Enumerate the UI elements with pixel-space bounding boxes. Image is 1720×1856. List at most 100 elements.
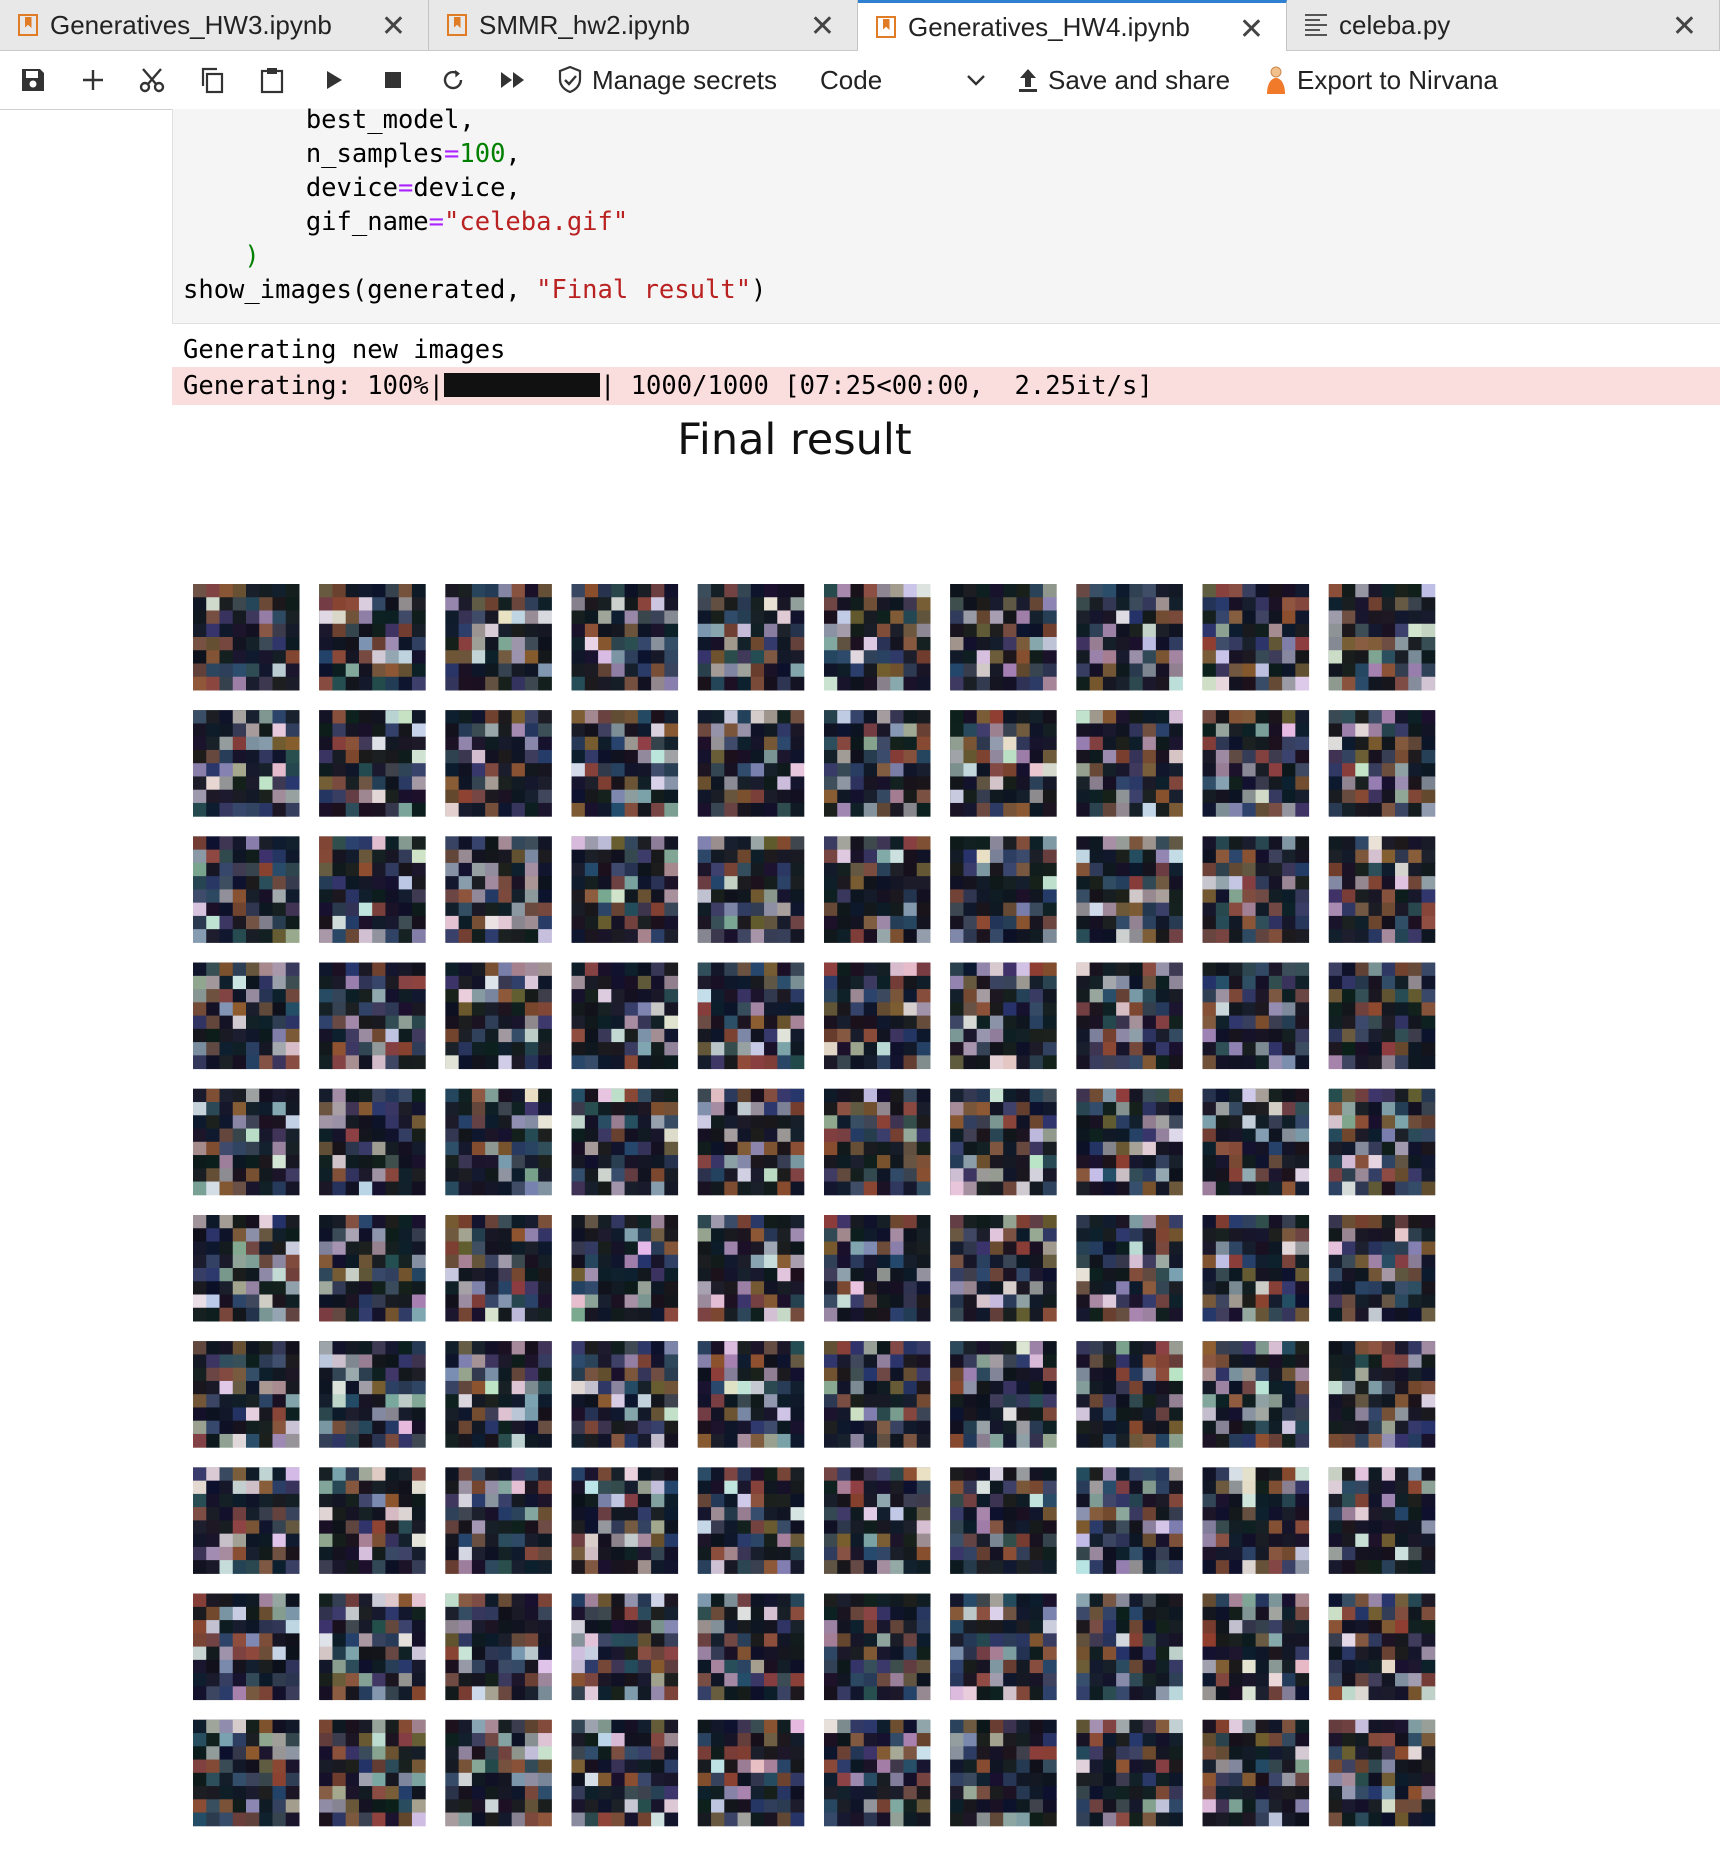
generated-sample bbox=[697, 962, 805, 1070]
generated-sample bbox=[1076, 584, 1183, 691]
generated-sample bbox=[319, 1341, 426, 1448]
code-line: ) bbox=[183, 241, 260, 271]
generated-sample bbox=[193, 1088, 300, 1196]
tab-label: SMMR_hw2.ipynb bbox=[479, 9, 690, 40]
generated-sample bbox=[319, 836, 426, 943]
generated-sample bbox=[1328, 1593, 1436, 1701]
generated-sample bbox=[824, 1088, 931, 1196]
generated-sample bbox=[193, 1593, 300, 1701]
generated-sample bbox=[193, 1341, 300, 1448]
cell-type-select[interactable]: Code bbox=[820, 51, 986, 109]
stop-icon[interactable] bbox=[374, 51, 412, 109]
generated-sample bbox=[950, 1467, 1057, 1574]
generated-sample bbox=[319, 1593, 426, 1701]
generated-sample bbox=[1076, 1593, 1183, 1701]
generated-sample bbox=[1202, 836, 1310, 943]
tab-label: Generatives_HW3.ipynb bbox=[50, 9, 332, 40]
generated-sample bbox=[445, 1719, 552, 1827]
shield-check-icon bbox=[558, 65, 582, 94]
generated-sample bbox=[824, 1593, 931, 1701]
generated-sample bbox=[950, 1088, 1057, 1196]
generated-sample bbox=[1328, 962, 1436, 1070]
generated-sample bbox=[571, 962, 679, 1070]
close-icon[interactable]: ✕ bbox=[381, 9, 406, 44]
manage-secrets-label: Manage secrets bbox=[592, 64, 777, 95]
generated-sample bbox=[824, 710, 931, 817]
generated-sample bbox=[1076, 962, 1183, 1070]
generated-sample bbox=[1202, 1341, 1310, 1448]
code-line: best_model, bbox=[305, 105, 475, 135]
generated-sample bbox=[319, 962, 426, 1070]
tab-generatives-hw4[interactable]: Generatives_HW4.ipynb ✕ bbox=[858, 0, 1287, 51]
generated-sample bbox=[571, 1719, 679, 1827]
manage-secrets-button[interactable]: Manage secrets bbox=[556, 51, 777, 109]
generated-sample bbox=[1202, 1719, 1310, 1827]
generated-sample bbox=[319, 1719, 426, 1827]
tab-smmr-hw2[interactable]: SMMR_hw2.ipynb ✕ bbox=[429, 0, 858, 50]
generated-sample bbox=[1328, 1215, 1436, 1322]
tab-label: celeba.py bbox=[1339, 9, 1451, 40]
generated-sample bbox=[319, 1088, 426, 1196]
close-icon[interactable]: ✕ bbox=[810, 9, 835, 44]
nirvana-icon bbox=[1267, 66, 1285, 94]
generated-sample bbox=[1202, 584, 1310, 691]
close-icon[interactable]: ✕ bbox=[1672, 9, 1697, 44]
upload-icon bbox=[1019, 69, 1037, 92]
generated-sample bbox=[571, 1593, 679, 1701]
generated-sample bbox=[445, 836, 552, 943]
generated-sample bbox=[697, 1593, 805, 1701]
figure-output: Final result bbox=[172, 405, 1720, 1856]
code-cell[interactable]: best_model, n_samples=100, device=device… bbox=[172, 105, 1720, 324]
code-line: n_samples=100, bbox=[305, 139, 521, 169]
add-cell-icon[interactable] bbox=[74, 51, 112, 109]
generated-sample bbox=[1328, 836, 1436, 943]
progress-line: Generating: 100%| | 1000/1000 [07:25<00:0… bbox=[183, 371, 1153, 401]
generated-sample bbox=[697, 710, 805, 817]
tab-label: Generatives_HW4.ipynb bbox=[908, 11, 1190, 42]
generated-sample bbox=[571, 1088, 679, 1196]
generated-sample bbox=[1076, 1215, 1183, 1322]
generated-sample bbox=[697, 836, 805, 943]
generated-sample bbox=[950, 584, 1057, 691]
tab-generatives-hw3[interactable]: Generatives_HW3.ipynb ✕ bbox=[0, 0, 429, 50]
generated-sample bbox=[824, 1341, 931, 1448]
generated-sample bbox=[950, 1215, 1057, 1322]
restart-icon[interactable] bbox=[434, 51, 472, 109]
generated-sample bbox=[193, 1719, 300, 1827]
generated-sample bbox=[824, 836, 931, 943]
generated-sample bbox=[571, 1467, 679, 1574]
generated-sample bbox=[571, 1341, 679, 1448]
close-icon[interactable]: ✕ bbox=[1239, 12, 1264, 47]
copy-icon[interactable] bbox=[193, 51, 231, 109]
generated-sample bbox=[950, 710, 1057, 817]
cut-icon[interactable] bbox=[133, 51, 171, 109]
generated-sample bbox=[319, 1215, 426, 1322]
generated-sample bbox=[445, 1215, 552, 1322]
code-line: device=device, bbox=[305, 173, 521, 203]
fast-forward-icon[interactable] bbox=[494, 51, 532, 109]
generated-sample bbox=[445, 962, 552, 1070]
file-text-icon bbox=[1305, 14, 1327, 36]
generated-sample bbox=[571, 584, 679, 691]
progress-bar bbox=[444, 373, 600, 397]
generated-sample bbox=[1328, 710, 1436, 817]
generated-sample bbox=[193, 710, 300, 817]
paste-icon[interactable] bbox=[253, 51, 291, 109]
generated-sample bbox=[1076, 1341, 1183, 1448]
generated-sample bbox=[697, 584, 805, 691]
generated-sample bbox=[950, 1719, 1057, 1827]
generated-sample bbox=[445, 584, 552, 691]
tab-celeba-py[interactable]: celeba.py ✕ bbox=[1287, 0, 1720, 50]
export-to-nirvana-button[interactable]: Export to Nirvana bbox=[1263, 51, 1498, 109]
generated-sample bbox=[824, 1719, 931, 1827]
run-icon[interactable] bbox=[315, 51, 353, 109]
generated-sample bbox=[319, 584, 426, 691]
generated-sample bbox=[697, 1088, 805, 1196]
save-and-share-button[interactable]: Save and share bbox=[1016, 51, 1230, 109]
save-icon[interactable] bbox=[14, 51, 52, 109]
generated-sample bbox=[1076, 1088, 1183, 1196]
generated-sample bbox=[193, 1215, 300, 1322]
notebook-icon bbox=[876, 16, 896, 38]
generated-sample bbox=[1202, 710, 1310, 817]
generated-sample bbox=[950, 962, 1057, 1070]
